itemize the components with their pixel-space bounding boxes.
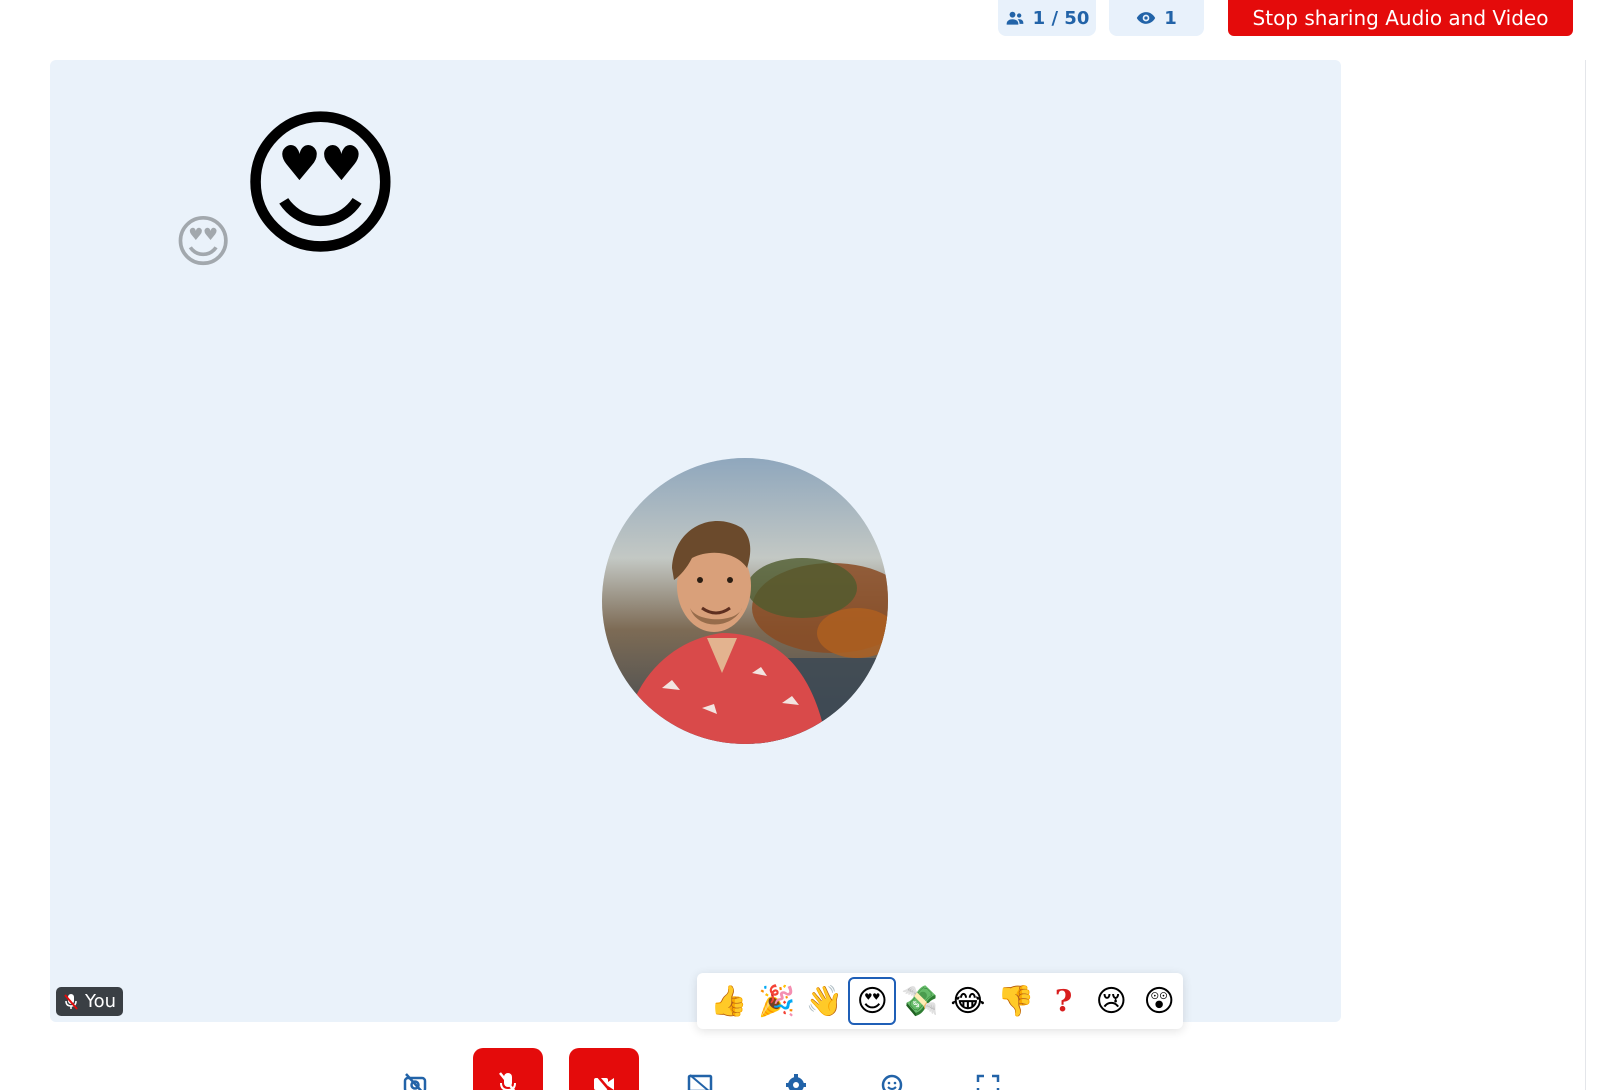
reaction-question-mark[interactable]: ? (1040, 977, 1088, 1025)
eye-icon (1137, 12, 1156, 24)
fullscreen-icon (976, 1074, 1000, 1090)
settings-button[interactable] (761, 1048, 831, 1090)
gear-icon (786, 1074, 806, 1090)
people-icon (1006, 11, 1023, 25)
reaction-party-popper[interactable]: 🎉 (753, 977, 801, 1025)
avatar-photo (602, 458, 888, 744)
viewers-count-text: 1 (1164, 7, 1177, 29)
reaction-heart-eyes[interactable]: 😍 (848, 977, 897, 1025)
reaction-thumbs-up[interactable]: 👍 (705, 977, 753, 1025)
reaction-waving-hand[interactable]: 👋 (801, 977, 849, 1025)
emoji-icon (881, 1074, 903, 1090)
floating-reaction-large: 😍 (237, 91, 404, 278)
participants-count-text: 1 / 50 (1032, 7, 1090, 29)
reaction-crying[interactable]: 😢 (1087, 977, 1135, 1025)
reaction-tears-of-joy[interactable]: 😂 (944, 977, 992, 1025)
reaction-money-wings[interactable]: 💸 (896, 977, 944, 1025)
mic-toggle-button[interactable] (473, 1048, 543, 1090)
reaction-astonished[interactable]: 😲 (1135, 977, 1183, 1025)
fullscreen-button[interactable] (953, 1048, 1023, 1090)
self-label-badge: You (56, 987, 124, 1016)
video-toggle-button[interactable] (569, 1048, 639, 1090)
reaction-thumbs-down[interactable]: 👎 (992, 977, 1040, 1025)
camera-off-icon (403, 1073, 427, 1090)
stop-sharing-button[interactable]: Stop sharing Audio and Video (1228, 0, 1573, 36)
camera-toggle-button[interactable] (380, 1048, 450, 1090)
participants-count-pill[interactable]: 1 / 50 (998, 0, 1096, 36)
mic-off-icon (499, 1072, 516, 1090)
side-panel-divider (1585, 60, 1586, 1090)
reaction-picker: 👍 🎉 👋 😍 💸 😂 👎 ? 😢 😲 (697, 973, 1183, 1029)
call-controls (0, 1048, 1600, 1090)
screen-share-off-icon (687, 1074, 713, 1090)
video-off-icon (594, 1072, 614, 1090)
reactions-button[interactable] (857, 1048, 927, 1090)
self-label-text: You (85, 991, 117, 1012)
floating-reaction-small: 😍 (174, 210, 233, 275)
avatar (602, 458, 888, 744)
screen-share-button[interactable] (665, 1048, 735, 1090)
video-stage: 😍 😍 You (50, 60, 1341, 1022)
meeting-page: 1 / 50 1 Stop sharing Audio and Video 😍 … (0, 0, 1600, 1090)
viewers-count-pill[interactable]: 1 (1109, 0, 1204, 36)
mic-muted-icon (64, 993, 78, 1010)
